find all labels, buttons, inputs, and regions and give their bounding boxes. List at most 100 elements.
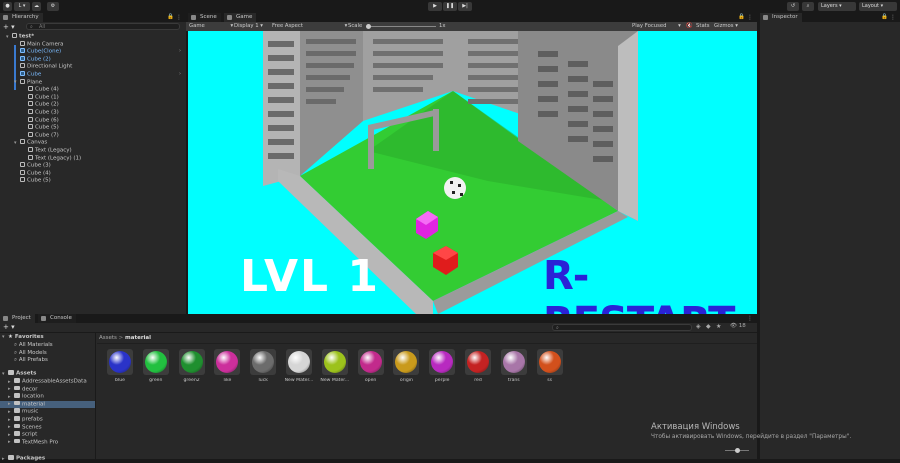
material-asset[interactable]: green	[141, 349, 171, 383]
search-icon[interactable]: ⌕	[802, 2, 814, 11]
hierarchy-item[interactable]: Cube (3)	[14, 162, 51, 170]
project-folder-tree: ▾ ★ Favorites ▾ Assets ▸ Packages ⌕ All Mat…	[0, 333, 96, 462]
view-lock-icon[interactable]: 🔒	[738, 14, 745, 20]
material-asset[interactable]: trans	[499, 349, 529, 383]
folder-item[interactable]: ▸ TextMesh Pro	[8, 438, 58, 447]
hierarchy-item[interactable]: Cube (5)	[14, 177, 51, 185]
folder-item[interactable]: ▸ prefabs	[8, 416, 43, 424]
step-button[interactable]: ▶|	[458, 2, 472, 11]
favorite-item[interactable]: ⌕ All Materials	[14, 342, 53, 350]
folder-item[interactable]: ▸ material	[8, 400, 45, 409]
game-dropdown[interactable]: Game ▾	[189, 22, 233, 31]
layout-dropdown[interactable]: Layout ▾	[859, 2, 897, 11]
folder-item[interactable]: ▸ music	[8, 408, 38, 416]
favorites-header[interactable]: ▾ ★ Favorites	[2, 334, 44, 342]
folder-item[interactable]: ▸ Scenes	[8, 423, 42, 432]
filter-type-icon[interactable]: ◈	[696, 323, 701, 330]
history-icon[interactable]: ↺	[787, 2, 799, 11]
hierarchy-item[interactable]: ▾ test*	[6, 33, 34, 41]
account-icon[interactable]: ●	[3, 2, 12, 11]
folder-item[interactable]: ▸ location	[8, 393, 44, 401]
material-asset[interactable]: luck	[248, 349, 278, 383]
project-menu-icon[interactable]: ⋮	[747, 315, 753, 322]
layers-dropdown[interactable]: Layers ▾	[818, 2, 856, 11]
hierarchy-item[interactable]: Cube (3)	[22, 109, 59, 117]
material-asset[interactable]: green2	[177, 349, 207, 383]
favorite-star-icon[interactable]: ★	[716, 323, 721, 330]
folder-item[interactable]: ▸ AddressableAssetsData	[8, 378, 87, 386]
breadcrumb-current[interactable]: material	[125, 335, 151, 341]
scale-slider-track[interactable]	[366, 26, 436, 27]
project-search-input[interactable]: ⌕	[552, 324, 692, 331]
tab-console[interactable]: Console	[38, 314, 76, 323]
material-asset[interactable]: ss	[535, 349, 565, 383]
favorite-item[interactable]: ⌕ All Prefabs	[14, 357, 48, 365]
hierarchy-item[interactable]: Cube (7)	[22, 131, 59, 140]
material-asset[interactable]: New Mater...	[284, 349, 314, 383]
material-asset[interactable]: origin	[391, 349, 421, 383]
prefab-open-icon[interactable]: ›	[179, 71, 181, 77]
material-asset[interactable]: perple	[427, 349, 457, 383]
material-asset[interactable]: open	[356, 349, 386, 383]
folder-item[interactable]: ▸ script	[8, 431, 37, 439]
tab-game[interactable]: Game	[224, 13, 257, 22]
material-asset[interactable]: red	[463, 349, 493, 383]
inspector-tabstrip: Inspector ⋮ 🔒	[760, 13, 900, 22]
material-asset[interactable]: blue	[105, 349, 135, 383]
hierarchy-item[interactable]: Cube(Clone)	[14, 48, 61, 56]
create-asset-button[interactable]: + ▾	[3, 323, 15, 331]
play-button[interactable]: ▶	[428, 2, 442, 11]
hierarchy-search-input[interactable]: ⌕ All	[26, 23, 180, 30]
project-toolbar: + ▾ ⌕ ◈ ◆ ★ 👁 18	[0, 323, 757, 333]
tab-hierarchy[interactable]: Hierarchy	[0, 13, 43, 22]
panel-menu-icon[interactable]: ⋮	[176, 14, 182, 21]
folder-item[interactable]: ▸ decor	[8, 385, 38, 394]
hierarchy-item[interactable]: ▾ Canvas	[14, 139, 47, 147]
hierarchy-item[interactable]: Cube (1)	[22, 93, 59, 102]
collab-icon[interactable]: ⚙	[47, 2, 59, 11]
game-view[interactable]: LVL 1 R-RESTART	[188, 31, 757, 314]
hierarchy-item[interactable]: Cube (4)	[14, 169, 51, 178]
hierarchy-item[interactable]: Main Camera	[14, 40, 63, 49]
hierarchy-item[interactable]: Cube (2)	[22, 101, 59, 109]
aspect-dropdown[interactable]: Free Aspect ▾	[272, 22, 347, 31]
hierarchy-item[interactable]: Cube (5)	[22, 124, 59, 132]
display-dropdown[interactable]: Display 1 ▾	[234, 22, 263, 31]
hierarchy-item[interactable]: Cube	[14, 71, 41, 79]
inspector-menu-icon[interactable]: ⋮	[890, 14, 896, 21]
hierarchy-item-label: Cube (4)	[27, 170, 51, 177]
material-sphere-icon	[359, 351, 382, 373]
pause-button[interactable]: ❚❚	[443, 2, 457, 11]
hierarchy-item[interactable]: Cube (6)	[22, 116, 59, 125]
hierarchy-item[interactable]: Directional Light	[14, 63, 72, 71]
filter-label-icon[interactable]: ◆	[706, 323, 711, 330]
cloud-icon[interactable]: ☁	[32, 2, 41, 11]
tab-scene[interactable]: Scene	[188, 13, 221, 22]
material-asset[interactable]: like	[212, 349, 242, 383]
breadcrumb-assets[interactable]: Assets	[99, 335, 117, 341]
play-focused-dropdown[interactable]: Play Focused ▾	[632, 22, 681, 31]
hidden-packages-counter[interactable]: 👁 18	[730, 323, 746, 329]
tab-inspector[interactable]: Inspector	[760, 13, 802, 22]
hierarchy-item[interactable]: Text (Legacy) (1)	[22, 154, 81, 163]
hierarchy-item[interactable]: ▾ Plane	[14, 78, 42, 87]
assets-header[interactable]: ▾ Assets	[2, 370, 36, 378]
hierarchy-item[interactable]: Cube (4)	[22, 86, 59, 94]
stats-button[interactable]: Stats	[696, 22, 710, 31]
mute-audio-icon[interactable]: 🔇	[686, 22, 693, 31]
account-dropdown[interactable]: L ▾	[14, 2, 30, 11]
view-menu-icon[interactable]: ⋮	[747, 14, 753, 21]
tab-project[interactable]: Project	[0, 314, 35, 323]
gizmos-dropdown[interactable]: Gizmos ▾	[714, 22, 738, 31]
zoom-slider-handle[interactable]	[735, 448, 740, 453]
scale-slider-handle[interactable]	[366, 24, 371, 29]
favorite-item[interactable]: ⌕ All Models	[14, 350, 47, 358]
material-asset[interactable]: New Mater...	[320, 349, 350, 383]
add-object-button[interactable]: + ▾	[3, 23, 15, 31]
hierarchy-item[interactable]: Cube (2)	[14, 55, 51, 64]
inspector-lock-icon[interactable]: 🔒	[881, 14, 888, 20]
material-label: green	[149, 378, 163, 383]
prefab-open-icon[interactable]: ›	[179, 48, 181, 54]
hierarchy-item[interactable]: Text (Legacy)	[22, 147, 72, 155]
lock-icon[interactable]: 🔒	[167, 14, 174, 20]
